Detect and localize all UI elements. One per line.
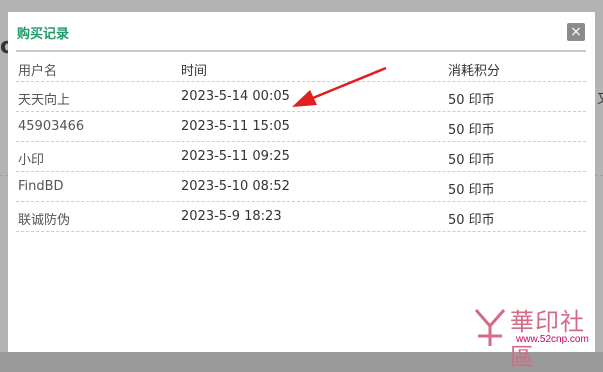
cell-time: 2023-5-11 15:05 [181,119,290,134]
cell-time: 2023-5-11 09:25 [181,149,290,164]
background-divider [0,175,8,177]
close-button[interactable]: × [567,23,585,41]
table-row: 联诚防伪 2023-5-9 18:23 50 印币 [16,202,586,232]
cell-time: 2023-5-14 00:05 [181,89,290,104]
column-header-time: 时间 [181,64,208,79]
table-row: 小印 2023-5-11 09:25 50 印币 [16,142,586,172]
table-row: 45903466 2023-5-11 15:05 50 印币 [16,112,586,142]
cell-user: 天天向上 [18,93,71,108]
red-arrow-annotation [292,66,387,107]
cell-points: 50 印币 [448,153,495,168]
background-divider [595,175,603,177]
close-icon: × [570,24,582,40]
cell-user: 45903466 [18,119,85,134]
dialog-header: 购买记录 × [8,12,595,52]
header-divider [16,50,586,52]
cell-time: 2023-5-10 08:52 [181,179,290,194]
cell-user: 小印 [18,153,45,168]
watermark-url: www.52cnp.com [516,334,589,345]
site-watermark: 華印社區 www.52cnp.com [470,300,603,371]
cell-points: 50 印币 [448,213,495,228]
huayin-logo-icon [474,309,506,346]
cell-user: 联诚防伪 [18,213,71,228]
background-fragment: 又 [597,88,603,107]
cell-points: 50 印币 [448,123,495,138]
table-row: FindBD 2023-5-10 08:52 50 印币 [16,172,586,202]
cell-user: FindBD [18,179,64,194]
cell-points: 50 印币 [448,93,495,108]
dialog-title: 购买记录 [17,27,70,42]
cell-points: 50 印币 [448,183,495,198]
column-header-points: 消耗积分 [448,64,501,79]
cell-time: 2023-5-9 18:23 [181,209,282,224]
column-header-user: 用户名 [18,64,58,79]
